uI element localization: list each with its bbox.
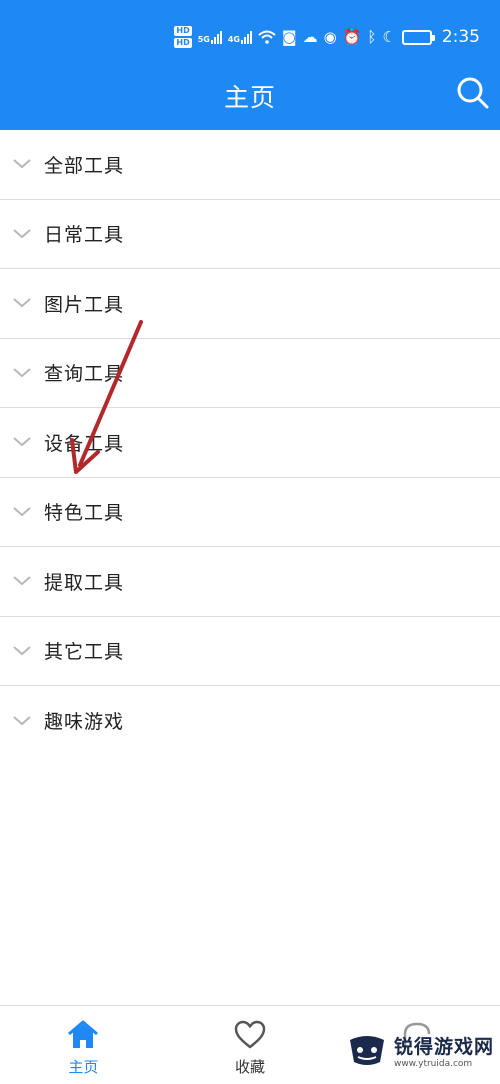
chevron-down-icon: [0, 297, 44, 309]
hd-badge: HD: [174, 26, 192, 36]
watermark-text: 锐得游戏网 www.ytruida.com: [394, 1032, 494, 1069]
heart-icon: [234, 1020, 266, 1049]
category-row-device[interactable]: 设备工具: [0, 408, 500, 478]
eye-icon: ◉: [323, 27, 337, 46]
category-row-other[interactable]: 其它工具: [0, 617, 500, 686]
category-row-featured[interactable]: 特色工具: [0, 478, 500, 547]
category-label: 设备工具: [44, 432, 125, 455]
hd-badge: HD: [174, 38, 192, 48]
search-button[interactable]: [456, 76, 490, 110]
category-label: 提取工具: [44, 571, 125, 594]
category-row-fun-games[interactable]: 趣味游戏: [0, 686, 500, 756]
battery-icon: [401, 29, 435, 45]
chevron-down-icon: [0, 645, 44, 657]
category-label: 特色工具: [44, 502, 125, 525]
chevron-down-icon: [0, 715, 44, 727]
category-row-extract[interactable]: 提取工具: [0, 547, 500, 617]
app-header: HD HD 5G 4G ◙ ☁ ◉ ⏰ ᛒ ☾ 2:35 主页: [0, 0, 500, 130]
chevron-down-icon: [0, 158, 44, 170]
signal-4g: 4G: [228, 30, 252, 44]
category-row-all[interactable]: 全部工具: [0, 130, 500, 200]
nav-home[interactable]: 主页: [0, 1006, 167, 1084]
page-title: 主页: [223, 83, 276, 112]
category-label: 全部工具: [44, 154, 125, 177]
category-row-query[interactable]: 查询工具: [0, 339, 500, 408]
home-icon: [68, 1020, 99, 1048]
network-label: 5G: [197, 35, 210, 44]
nav-favorites[interactable]: 收藏: [167, 1006, 334, 1084]
watermark-logo-icon: [350, 1036, 384, 1065]
tool-category-list: 全部工具 日常工具 图片工具 查询工具 设备工具 特色工具 提取工具 其它工具 …: [0, 130, 500, 756]
category-row-daily[interactable]: 日常工具: [0, 200, 500, 269]
category-label: 趣味游戏: [44, 711, 125, 734]
category-label: 查询工具: [44, 363, 125, 386]
watermark-name: 锐得游戏网: [394, 1035, 495, 1058]
moon-icon: ☾: [382, 27, 396, 46]
chevron-down-icon: [0, 575, 44, 587]
watermark-url: www.ytruida.com: [394, 1058, 473, 1069]
network-label: 4G: [227, 35, 240, 44]
category-row-image[interactable]: 图片工具: [0, 269, 500, 339]
cloud-icon: ☁: [302, 27, 318, 46]
category-label: 日常工具: [44, 224, 125, 247]
chevron-down-icon: [0, 228, 44, 240]
category-label: 其它工具: [44, 641, 125, 664]
category-label: 图片工具: [44, 293, 125, 316]
signal-5g: 5G: [198, 30, 222, 44]
alarm-icon: ⏰: [342, 27, 362, 46]
bluetooth-icon: ᛒ: [367, 27, 377, 46]
chevron-down-icon: [0, 506, 44, 518]
watermark: 锐得游戏网 www.ytruida.com: [344, 1020, 494, 1080]
search-icon: [457, 77, 489, 109]
nav-label: 收藏: [235, 1058, 266, 1076]
app-screen: HD HD 5G 4G ◙ ☁ ◉ ⏰ ᛒ ☾ 2:35 主页 全部工具 日常工…: [0, 0, 500, 1084]
chevron-down-icon: [0, 436, 44, 448]
wifi-icon: [258, 30, 276, 44]
status-bar: HD HD 5G 4G ◙ ☁ ◉ ⏰ ᛒ ☾ 2:35: [174, 22, 480, 52]
nav-label: 主页: [68, 1058, 99, 1076]
signal-bars-icon: [241, 30, 252, 44]
hd-indicators: HD HD: [174, 26, 192, 48]
chevron-down-icon: [0, 367, 44, 379]
search-app-icon: ◙: [282, 27, 297, 46]
clock-time: 2:35: [441, 27, 480, 47]
signal-bars-icon: [210, 30, 222, 44]
